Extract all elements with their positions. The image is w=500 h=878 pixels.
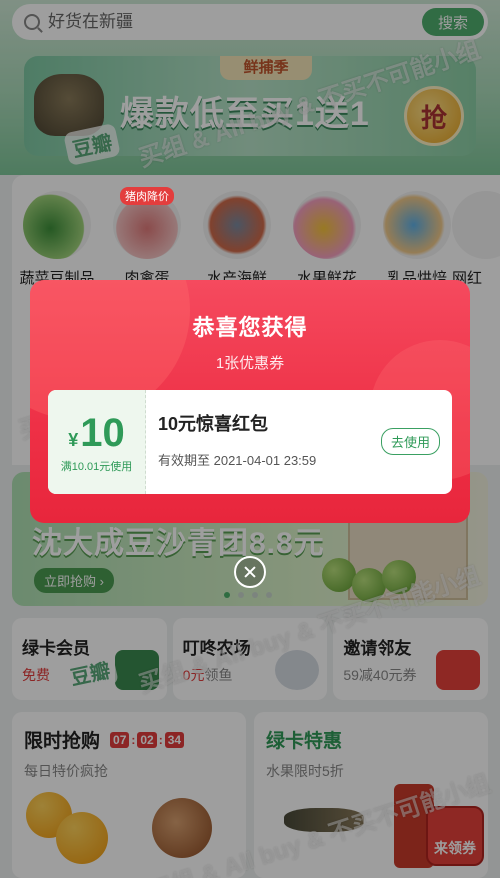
coupon-amount: 10: [80, 410, 125, 455]
close-icon[interactable]: [234, 556, 266, 588]
modal-title: 恭喜您获得: [192, 315, 308, 340]
modal-subtitle: 1张优惠券: [215, 355, 285, 372]
coupon-amount-block: ¥ 10 满10.01元使用: [48, 390, 146, 494]
coupon-condition: 满10.01元使用: [60, 460, 133, 473]
price-drop-badge: 猪肉降价: [120, 187, 174, 205]
currency-symbol: ¥: [68, 429, 79, 450]
use-coupon-button[interactable]: 去使用: [380, 428, 440, 455]
coupon-info: 10元惊喜红包 有效期至 2021-04-01 23:59 去使用: [146, 390, 452, 494]
coupon-card[interactable]: ¥ 10 满10.01元使用 10元惊喜红包 有效期至 2021-04-01 2…: [48, 390, 452, 494]
reward-modal: 恭喜您获得 1张优惠券 ¥ 10 满10.01元使用 10元惊喜红包 有效期至 …: [30, 280, 470, 523]
